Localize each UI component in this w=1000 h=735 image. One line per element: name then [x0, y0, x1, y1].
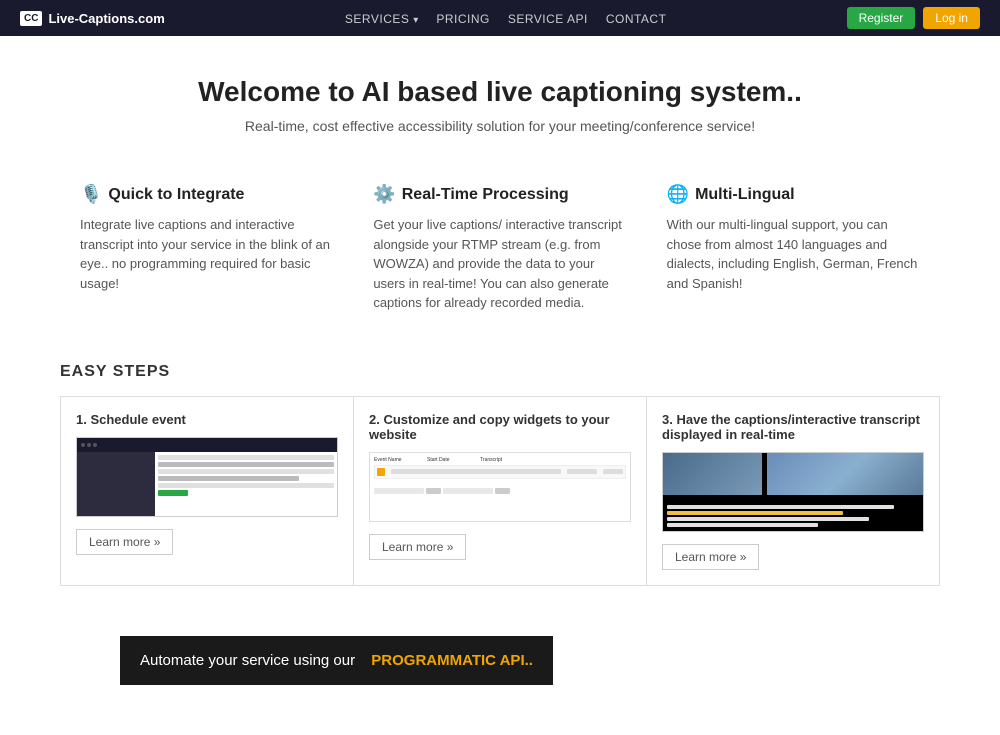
services-link[interactable]: SERVICES: [345, 12, 409, 26]
step-1-image: [76, 437, 338, 517]
logo-icon: CC: [20, 11, 42, 26]
feature-realtime-desc: Get your live captions/ interactive tran…: [373, 215, 626, 313]
features-section: 🎙️ Quick to Integrate Integrate live cap…: [0, 154, 1000, 343]
register-button[interactable]: Register: [847, 7, 916, 29]
easy-steps-heading: EASY STEPS: [60, 363, 940, 381]
hero-subtitle: Real-time, cost effective accessibility …: [20, 118, 980, 134]
step-2-image: Event Name Start Date Transcript: [369, 452, 631, 522]
steps-grid: 1. Schedule event: [60, 396, 940, 586]
step-1-learn-more[interactable]: Learn more »: [76, 529, 173, 555]
feature-integrate-title: 🎙️ Quick to Integrate: [80, 184, 333, 205]
feature-multilingual-desc: With our multi-lingual support, you can …: [667, 215, 920, 293]
logo-text: Live-Captions.com: [48, 11, 164, 26]
hero-section: Welcome to AI based live captioning syst…: [0, 36, 1000, 154]
step-1: 1. Schedule event: [61, 397, 354, 585]
banner-section: Automate your service using our PROGRAMM…: [0, 606, 1000, 735]
banner-highlight: PROGRAMMATIC API..: [371, 652, 533, 669]
step-3-learn-more[interactable]: Learn more »: [662, 544, 759, 570]
nav-item-services[interactable]: SERVICES ▾: [345, 10, 418, 26]
feature-integrate-desc: Integrate live captions and interactive …: [80, 215, 333, 293]
realtime-icon: ⚙️: [373, 184, 395, 205]
feature-realtime-title: ⚙️ Real-Time Processing: [373, 184, 626, 205]
multilingual-icon: 🌐: [667, 184, 689, 205]
feature-multilingual: 🌐 Multi-Lingual With our multi-lingual s…: [647, 184, 940, 313]
bottom-banner[interactable]: Automate your service using our PROGRAMM…: [120, 636, 553, 685]
feature-integrate: 🎙️ Quick to Integrate Integrate live cap…: [60, 184, 353, 313]
step-2-learn-more[interactable]: Learn more »: [369, 534, 466, 560]
banner-prefix: Automate your service using our: [140, 652, 355, 669]
integrate-icon: 🎙️: [80, 184, 102, 205]
step-3-title: 3. Have the captions/interactive transcr…: [662, 412, 924, 442]
nav-item-contact[interactable]: CONTACT: [606, 10, 667, 26]
hero-title: Welcome to AI based live captioning syst…: [20, 76, 980, 108]
feature-realtime: ⚙️ Real-Time Processing Get your live ca…: [353, 184, 646, 313]
step-2-title: 2. Customize and copy widgets to your we…: [369, 412, 631, 442]
step-3: 3. Have the captions/interactive transcr…: [647, 397, 939, 585]
login-button[interactable]: Log in: [923, 7, 980, 29]
step-2: 2. Customize and copy widgets to your we…: [354, 397, 647, 585]
nav-links: SERVICES ▾ PRICING SERVICE API CONTACT: [345, 10, 667, 26]
nav-item-pricing[interactable]: PRICING: [436, 10, 490, 26]
nav-buttons: Register Log in: [847, 7, 980, 29]
nav-item-service-api[interactable]: SERVICE API: [508, 10, 588, 26]
logo[interactable]: CC Live-Captions.com: [20, 11, 165, 26]
easy-steps-section: EASY STEPS 1. Schedule event: [0, 343, 1000, 606]
feature-multilingual-title: 🌐 Multi-Lingual: [667, 184, 920, 205]
step-1-title: 1. Schedule event: [76, 412, 338, 427]
service-api-link[interactable]: SERVICE API: [508, 12, 588, 26]
chevron-down-icon: ▾: [413, 15, 418, 26]
contact-link[interactable]: CONTACT: [606, 12, 667, 26]
navbar: CC Live-Captions.com SERVICES ▾ PRICING …: [0, 0, 1000, 36]
step-3-image: [662, 452, 924, 532]
pricing-link[interactable]: PRICING: [436, 12, 490, 26]
